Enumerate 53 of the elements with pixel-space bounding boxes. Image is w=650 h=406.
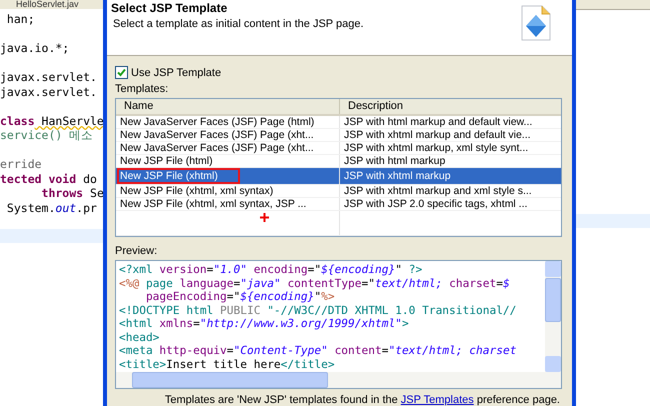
table-cell: New JavaServer Faces (JSF) Page (xht... (116, 129, 340, 141)
code-line: <head> (119, 330, 160, 344)
dialog-title: Select JSP Template (110, 0, 228, 15)
code-line: class HanServle (0, 114, 103, 128)
code-line: <%@ page language="java" contentType="text/html; charset=$ (119, 276, 510, 290)
template-row[interactable]: New JavaServer Faces (JSF) Page (xht... JSP with xhtml markup, xml style synt... (116, 142, 561, 155)
code-line: <?xml version="1.0" encoding="${encoding}" ?> (119, 263, 422, 276)
code-line: han; (6, 12, 35, 26)
dialog-subtitle: Select a template as initial content in the JSP page. (112, 17, 364, 30)
table-cell: New JSP File (xhtml, xml syntax) (116, 185, 340, 197)
table-cell-text: JSP with xhtml markup, xml style synt... (343, 142, 530, 154)
table-cell-text: JSP with JSP 2.0 specific tags, xhtml ... (343, 198, 528, 210)
use-template-checkbox[interactable]: Use JSP Template (115, 66, 222, 79)
editor-tab[interactable]: HelloServlet.jav (0, 0, 103, 9)
table-cell-text: JSP with xhtml markup (343, 169, 452, 184)
code-line: pageEncoding="${encoding}"%> (144, 290, 335, 304)
code-line: System.out.pr (6, 200, 97, 215)
code-line: service() 메소 (0, 128, 94, 142)
column-header[interactable]: Name (116, 99, 340, 114)
template-row[interactable]: New JSP File (xhtml, xml syntax, JSP ... JSP with JSP 2.0 specific tags, xhtml ... (116, 198, 561, 211)
table-cell-text: JSP with html markup and default view... (343, 116, 534, 128)
code-line: tected void do (0, 172, 97, 186)
code-line: <title>Insert title here</title> (119, 358, 335, 371)
code-line: java.io.*; (0, 41, 70, 56)
footer-text: Templates are 'New JSP' templates found in the (164, 394, 399, 406)
cursor-icon (260, 213, 269, 222)
preview-label: Preview: (115, 245, 158, 257)
column-header[interactable]: Description (340, 99, 561, 114)
checkbox[interactable] (115, 66, 128, 79)
template-row[interactable]: New JSP File (xhtml, xml syntax) JSP with xhtml markup and xml style s... (116, 185, 561, 198)
table-cell: New JSP File (html) (116, 155, 340, 167)
templates-label: Templates: (115, 83, 168, 95)
vertical-scrollbar[interactable] (545, 261, 561, 372)
table-cell: New JavaServer Faces (JSF) Page (xht... (116, 142, 340, 154)
table-cell: New JavaServer Faces (JSF) Page (html) (116, 116, 340, 128)
code-line: erride (0, 157, 42, 172)
code-line: <html xmlns="http://www.w3.org/1999/xhtml"> (119, 317, 409, 330)
code-line: <!DOCTYPE html PUBLIC "-//W3C//DTD XHTML 1.0 Transitional// (119, 304, 516, 317)
table-cell-text: JSP with xhtml markup and xml style s... (343, 185, 533, 197)
code-line: throws Se (40, 186, 103, 200)
code-line: javax.servlet. (0, 84, 97, 99)
table-cell-text: JSP with html markup (343, 155, 446, 167)
template-row[interactable]: New JavaServer Faces (JSF) Page (xht... JSP with xhtml markup and default vie... (116, 129, 561, 142)
table-cell: New JSP File (xhtml, xml syntax, JSP ... (116, 198, 340, 210)
template-row[interactable]: New JSP File (xhtml) JSP with xhtml markup (116, 168, 561, 185)
table-cell: New JSP File (xhtml) (116, 168, 340, 184)
horizontal-scrollbar[interactable] (116, 372, 561, 388)
jsp-templates-link[interactable]: JSP Templates (400, 394, 474, 406)
table-cell-text: JSP with xhtml markup and default vie... (343, 129, 532, 141)
footer-text: preference page. (476, 394, 560, 406)
code-line: javax.servlet. (0, 70, 97, 84)
code-line: <meta http-equiv="Content-Type" content="text/html; charset (119, 344, 516, 358)
template-row[interactable]: New JavaServer Faces (JSF) Page (html) JSP with html markup and default view... (116, 116, 561, 129)
